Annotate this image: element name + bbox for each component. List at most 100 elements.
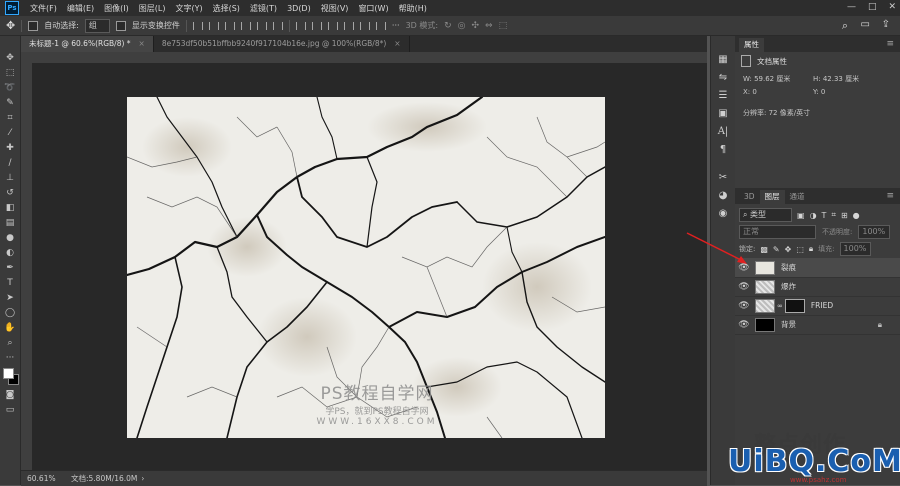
menu-view[interactable]: 视图(V) <box>316 3 354 14</box>
fill-field[interactable]: 100% <box>839 242 872 256</box>
menu-type[interactable]: 文字(Y) <box>170 3 207 14</box>
tab-layers[interactable]: 图层 <box>759 190 785 204</box>
menu-image[interactable]: 图像(I) <box>99 3 134 14</box>
pen-tool-icon[interactable]: ✒ <box>0 260 20 275</box>
quick-select-tool-icon[interactable]: ✎ <box>0 95 20 110</box>
panel-menu-icon[interactable]: ≡ <box>886 39 894 49</box>
tab-untitled[interactable]: 未标题-1 @ 60.6%(RGB/8) * × <box>21 36 154 52</box>
libraries-icon[interactable]: ▣ <box>711 104 735 122</box>
menu-edit[interactable]: 编辑(E) <box>62 3 99 14</box>
more-options[interactable]: ··· <box>392 21 400 30</box>
path-select-tool-icon[interactable]: ➤ <box>0 290 20 305</box>
layer-row[interactable]: 👁︎ ∞ FRIED <box>735 296 900 316</box>
mask-link-icon[interactable]: ∞ <box>777 302 783 310</box>
distribute-top-icon[interactable] <box>295 21 306 30</box>
marquee-tool-icon[interactable]: ⬚ <box>0 65 20 80</box>
align-top-icon[interactable] <box>192 21 203 30</box>
slide-3d-icon[interactable]: ⇔ <box>485 21 493 31</box>
menu-select[interactable]: 选择(S) <box>208 3 245 14</box>
layer-row[interactable]: 👁︎ 裂痕 <box>735 258 900 278</box>
minimize-button[interactable]: — <box>847 2 856 12</box>
eye-icon[interactable]: 👁︎ <box>735 282 753 292</box>
lasso-tool-icon[interactable]: ➰ <box>0 80 20 95</box>
align-vcenter-icon[interactable] <box>208 21 219 30</box>
lock-position-icon[interactable]: ✥ <box>785 245 792 254</box>
distribute-left-icon[interactable] <box>343 21 354 30</box>
distribute-vcenter-icon[interactable] <box>311 21 322 30</box>
roll-3d-icon[interactable]: ◎ <box>458 21 466 31</box>
menu-3d[interactable]: 3D(D) <box>282 4 316 13</box>
eye-icon[interactable]: 👁︎ <box>735 301 753 311</box>
status-menu-icon[interactable]: › <box>141 474 144 483</box>
clone-stamp-tool-icon[interactable]: ⊥ <box>0 170 20 185</box>
lock-transparent-icon[interactable]: ▩ <box>760 245 768 254</box>
layer-filter-dropdown[interactable]: ⌕ 类型 <box>739 208 792 222</box>
eye-icon[interactable]: 👁︎ <box>735 320 753 330</box>
opacity-field[interactable]: 100% <box>858 225 891 239</box>
adjustments-icon[interactable]: ⇋ <box>711 68 735 86</box>
canvas-area[interactable]: PS教程自学网 学PS，就到PS教程自学网 WWW.16XX8.COM <box>32 63 707 470</box>
shape-tool-icon[interactable]: ◯ <box>0 305 20 320</box>
menu-window[interactable]: 窗口(W) <box>353 3 393 14</box>
healing-brush-tool-icon[interactable]: ✚ <box>0 140 20 155</box>
align-right-icon[interactable] <box>272 21 283 30</box>
close-icon[interactable]: × <box>139 39 145 48</box>
distribute-right-icon[interactable] <box>375 21 386 30</box>
properties-sliders-icon[interactable]: ☰ <box>711 86 735 104</box>
screen-mode-icon[interactable]: ▭ <box>0 402 20 417</box>
blur-tool-icon[interactable]: ● <box>0 230 20 245</box>
menu-help[interactable]: 帮助(H) <box>394 3 432 14</box>
scale-3d-icon[interactable]: ⬚ <box>499 21 508 31</box>
filter-smart-object-icon[interactable]: ⊞ <box>841 211 848 220</box>
lock-artboard-icon[interactable]: ⬚ <box>796 245 804 254</box>
show-transform-checkbox[interactable] <box>115 20 126 31</box>
close-icon[interactable]: × <box>394 39 400 48</box>
share-icon[interactable]: ⇪ <box>882 19 890 30</box>
styles-icon[interactable]: ◉ <box>711 204 735 222</box>
lock-pixels-icon[interactable]: ✎ <box>773 245 780 254</box>
tab-channels[interactable]: 通道 <box>785 190 810 204</box>
character-icon[interactable]: A| <box>711 122 735 140</box>
y-value[interactable]: Y: 0 <box>813 88 825 96</box>
workspace-icon[interactable]: ▭ <box>861 19 870 30</box>
close-button[interactable]: ✕ <box>888 2 896 12</box>
eraser-tool-icon[interactable]: ◧ <box>0 200 20 215</box>
color-icon[interactable]: ◕ <box>711 186 735 204</box>
hand-tool-icon[interactable]: ✋ <box>0 320 20 335</box>
more-tools-icon[interactable]: ··· <box>0 350 20 365</box>
menu-file[interactable]: 文件(F) <box>25 3 62 14</box>
panel-menu-icon[interactable]: ≡ <box>886 191 894 201</box>
align-bottom-icon[interactable] <box>224 21 235 30</box>
width-value[interactable]: W: 59.62 厘米 <box>743 74 813 84</box>
align-hcenter-icon[interactable] <box>256 21 267 30</box>
move-tool-icon[interactable]: ✥ <box>0 50 20 65</box>
crop-tool-icon[interactable]: ⌗ <box>0 110 20 125</box>
height-value[interactable]: H: 42.33 厘米 <box>813 74 859 84</box>
zoom-tool-icon[interactable]: ⌕ <box>0 335 20 350</box>
auto-select-dropdown[interactable]: 组 <box>84 18 110 33</box>
brush-settings-icon[interactable]: ✂ <box>711 168 735 186</box>
maximize-button[interactable]: □ <box>868 2 877 12</box>
menu-filter[interactable]: 滤镜(T) <box>245 3 282 14</box>
type-tool-icon[interactable]: T <box>0 275 20 290</box>
lock-all-icon[interactable]: 🔒︎ <box>809 244 813 254</box>
quick-mask-icon[interactable]: ◙ <box>0 387 20 402</box>
tab-3d[interactable]: 3D <box>739 190 760 204</box>
document-canvas[interactable]: PS教程自学网 学PS，就到PS教程自学网 WWW.16XX8.COM <box>127 97 605 438</box>
brush-tool-icon[interactable]: ∕ <box>0 155 20 170</box>
search-icon[interactable]: ⌕ <box>842 19 848 33</box>
tab-jpg[interactable]: 8e753df50b51bffbb9240f917104b16e.jpg @ 1… <box>154 36 410 52</box>
filter-type-icon[interactable]: T <box>822 211 827 220</box>
filter-adjustment-icon[interactable]: ◑ <box>810 211 817 220</box>
orbit-3d-icon[interactable]: ↻ <box>444 21 452 31</box>
history-brush-tool-icon[interactable]: ↺ <box>0 185 20 200</box>
layer-row[interactable]: 👁︎ 背景 🔒︎ <box>735 315 900 335</box>
document-size[interactable]: 文档:5.80M/16.0M <box>71 473 137 484</box>
filter-pixel-icon[interactable]: ▣ <box>797 211 805 220</box>
menu-layer[interactable]: 图层(L) <box>134 3 171 14</box>
dodge-tool-icon[interactable]: ◐ <box>0 245 20 260</box>
drag-3d-icon[interactable]: ✣ <box>471 21 479 31</box>
auto-select-checkbox[interactable] <box>28 20 39 31</box>
filter-toggle-icon[interactable]: ● <box>853 211 860 220</box>
filter-shape-icon[interactable]: ⌗ <box>831 210 836 220</box>
